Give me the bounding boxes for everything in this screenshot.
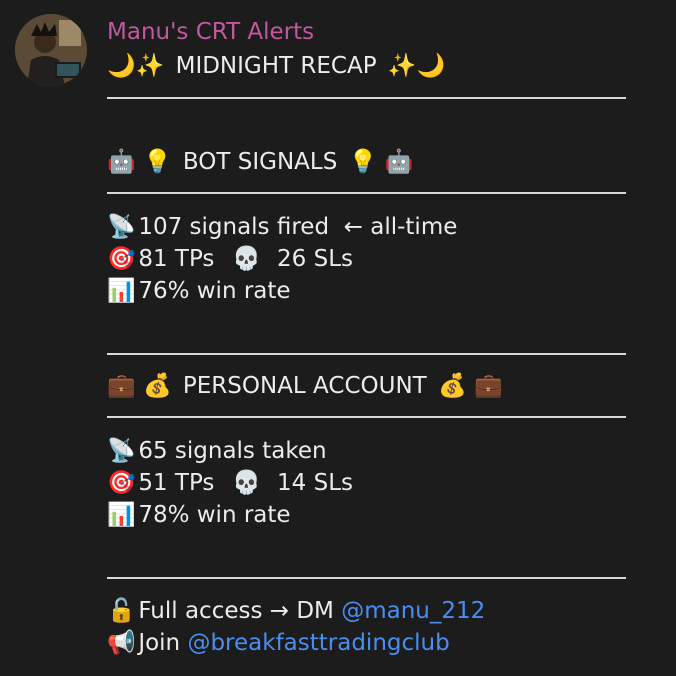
divider [107, 192, 626, 194]
bot-signals-text: 107 signals fired ← all-time [138, 214, 458, 240]
bar-chart-icon: 📊 [107, 502, 136, 528]
join-line: 📢 Join @breakfasttradingclub [107, 627, 450, 659]
avatar-image [15, 14, 87, 86]
moneybag-briefcase-icon: 💰 💼 [438, 373, 503, 399]
divider [107, 353, 626, 355]
divider [107, 97, 626, 99]
message-title: 🌙✨ MIDNIGHT RECAP ✨🌙 [107, 50, 445, 82]
bulb-robot-icon: 💡 🤖 [348, 149, 414, 175]
bot-sls: 26 SLs [277, 246, 353, 272]
satellite-icon: 📡 [107, 438, 136, 464]
bar-chart-icon: 📊 [107, 278, 136, 304]
target-icon: 🎯 [107, 470, 136, 496]
skull-icon: 💀 [232, 470, 262, 496]
personal-results-line: 🎯 51 TPs 💀 14 SLs [107, 467, 353, 499]
join-text: Join [138, 630, 188, 656]
bot-winrate-text: 76% win rate [138, 278, 291, 304]
dm-link[interactable]: @manu_212 [341, 598, 485, 624]
personal-signals-line: 📡 65 signals taken [107, 435, 327, 467]
personal-section-header: 💼 💰 PERSONAL ACCOUNT 💰 💼 [107, 370, 503, 402]
personal-sls: 14 SLs [277, 470, 353, 496]
bot-signals-line: 📡 107 signals fired ← all-time [107, 211, 457, 243]
satellite-icon: 📡 [107, 214, 136, 240]
club-link[interactable]: @breakfasttradingclub [187, 630, 449, 656]
personal-winrate-text: 78% win rate [138, 502, 291, 528]
bot-winrate-line: 📊 76% win rate [107, 275, 291, 307]
moon-sparkles-icon: 🌙✨ [107, 53, 165, 79]
access-text: Full access → DM [138, 598, 342, 624]
personal-signals-text: 65 signals taken [138, 438, 327, 464]
robot-bulb-icon: 🤖 💡 [107, 149, 172, 175]
title-text: MIDNIGHT RECAP [175, 53, 377, 79]
sparkles-moon-icon: ✨🌙 [387, 53, 446, 79]
divider [107, 577, 626, 579]
avatar[interactable] [15, 14, 87, 86]
bot-tps: 81 TPs [138, 246, 215, 272]
unlock-icon: 🔓 [107, 598, 136, 624]
personal-winrate-line: 📊 78% win rate [107, 499, 291, 531]
briefcase-moneybag-icon: 💼 💰 [107, 373, 172, 399]
personal-tps: 51 TPs [138, 470, 215, 496]
sender-name[interactable]: Manu's CRT Alerts [107, 17, 314, 47]
access-line: 🔓 Full access → DM @manu_212 [107, 595, 485, 627]
bot-section-title: BOT SIGNALS [182, 149, 338, 175]
divider [107, 416, 626, 418]
megaphone-icon: 📢 [107, 630, 136, 656]
bot-results-line: 🎯 81 TPs 💀 26 SLs [107, 243, 353, 275]
target-icon: 🎯 [107, 246, 136, 272]
bot-section-header: 🤖 💡 BOT SIGNALS 💡 🤖 [107, 146, 413, 178]
skull-icon: 💀 [232, 246, 262, 272]
personal-section-title: PERSONAL ACCOUNT [182, 373, 427, 399]
